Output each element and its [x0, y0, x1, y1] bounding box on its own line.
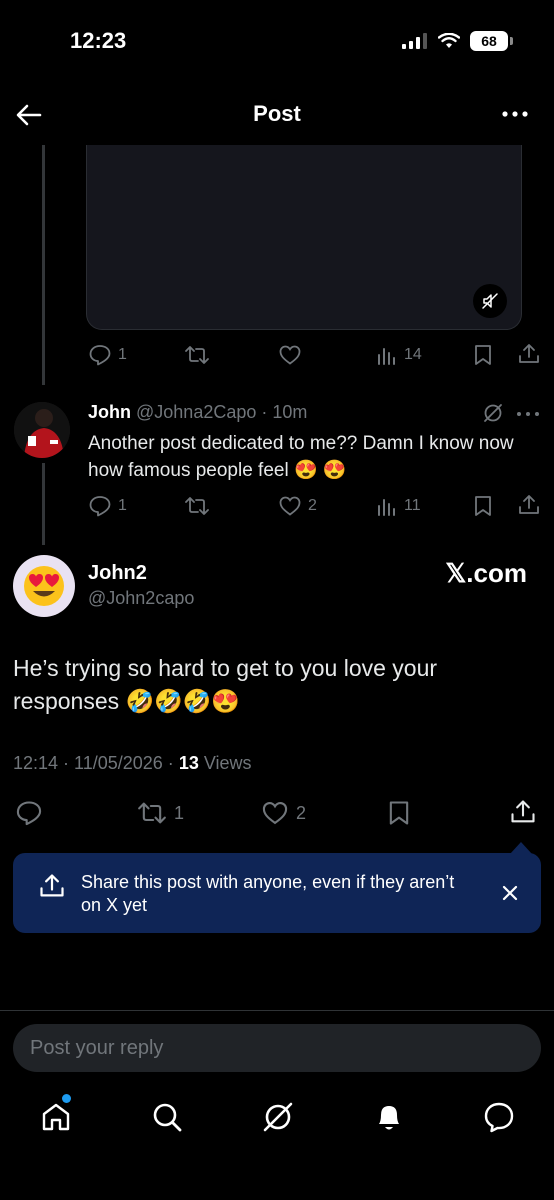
reply-author-name[interactable]: John [88, 402, 131, 422]
status-time: 12:23 [70, 28, 127, 53]
post-views-label: Views [203, 753, 252, 773]
notification-dot [62, 1094, 71, 1103]
main-share-button[interactable] [509, 798, 537, 826]
reply-button[interactable]: 1 [88, 343, 127, 367]
share-banner-text: Share this post with anyone, even if the… [81, 872, 455, 915]
reply-like-button[interactable]: 2 [278, 494, 317, 518]
thread-line-top [42, 145, 45, 385]
reply-text: Another post dedicated to me?? Damn I kn… [88, 433, 514, 481]
post-meta: 12:14 · 11/05/2026 · 13 Views [13, 753, 252, 774]
main-post-text: He’s trying so hard to get to you love y… [13, 655, 438, 714]
source-label[interactable]: 𝕏.com [445, 558, 527, 589]
main-like-count: 2 [296, 802, 307, 823]
search-icon[interactable] [150, 1100, 184, 1134]
divider [0, 1010, 554, 1011]
repost-icon [185, 497, 209, 515]
reply-bookmark-button[interactable] [472, 494, 494, 518]
video-media[interactable] [86, 145, 522, 330]
heart-icon [279, 345, 301, 365]
post-timestamp: 12:14 · 11/05/2026 · [13, 753, 174, 773]
heart-icon [279, 496, 301, 516]
main-author-handle[interactable]: @John2capo [88, 588, 194, 609]
repost-icon [138, 802, 166, 824]
main-like-button[interactable]: 2 [260, 799, 306, 827]
reply-share-button[interactable] [517, 493, 541, 517]
profile-photo-icon [14, 402, 70, 458]
views-chart-icon [378, 348, 395, 365]
reply-icon [16, 801, 42, 826]
views-count: 14 [404, 346, 422, 363]
share-button[interactable] [517, 342, 541, 366]
heart-icon [262, 802, 288, 825]
reply-views-button[interactable]: 11 [376, 494, 421, 518]
mute-button[interactable] [473, 284, 507, 318]
share-icon [519, 495, 539, 514]
post-views-count[interactable]: 13 [179, 753, 199, 773]
repost-icon [185, 346, 209, 364]
reply-count: 1 [118, 346, 127, 363]
bookmark-icon [389, 801, 409, 825]
main-repost-button[interactable]: 1 [136, 799, 184, 827]
main-bookmark-button[interactable] [386, 799, 412, 827]
notifications-icon[interactable] [372, 1100, 406, 1134]
share-icon [40, 874, 64, 897]
grok-icon[interactable] [261, 1100, 295, 1134]
main-repost-count: 1 [174, 802, 185, 823]
repost-button[interactable] [184, 343, 210, 367]
views-button[interactable]: 14 [376, 343, 422, 367]
reply-more-icon[interactable] [516, 410, 540, 418]
heart-eyes-emoji-icon [24, 566, 64, 606]
reply-input[interactable] [13, 1024, 541, 1072]
bookmark-icon [475, 345, 491, 365]
main-avatar[interactable] [13, 555, 75, 617]
messages-icon[interactable] [482, 1100, 516, 1134]
battery-indicator: 68 [470, 31, 513, 51]
views-chart-icon [378, 499, 395, 516]
reply-time: · 10m [261, 402, 308, 422]
reply-views-count: 11 [404, 497, 421, 514]
reply-reply-button[interactable]: 1 [88, 494, 127, 518]
muted-speaker-icon [482, 293, 498, 309]
more-options-icon[interactable] [500, 104, 530, 124]
reply-like-count: 2 [308, 497, 317, 514]
main-author-name[interactable]: John2 [88, 562, 147, 585]
bookmark-button[interactable] [472, 343, 494, 367]
reply-author-handle[interactable]: @Johna2Capo [136, 402, 256, 422]
main-reply-button[interactable] [15, 799, 43, 827]
close-icon[interactable] [500, 883, 520, 903]
home-icon[interactable] [39, 1100, 73, 1134]
grok-icon[interactable] [482, 402, 504, 424]
page-title: Post [253, 101, 301, 126]
reply-header: John @Johna2Capo · 10m [88, 402, 307, 423]
reply-repost-button[interactable] [184, 494, 210, 518]
avatar[interactable] [14, 402, 70, 458]
bookmark-icon [475, 496, 491, 516]
reply-reply-count: 1 [118, 497, 127, 514]
status-indicators: 68 [402, 31, 513, 51]
reply-icon [89, 345, 111, 366]
thread-line-bottom [42, 463, 45, 545]
share-icon [519, 344, 539, 363]
signal-icon [402, 33, 427, 49]
share-icon [511, 800, 535, 823]
wifi-icon [438, 33, 460, 48]
reply-icon [89, 496, 111, 517]
like-button[interactable] [278, 343, 302, 367]
